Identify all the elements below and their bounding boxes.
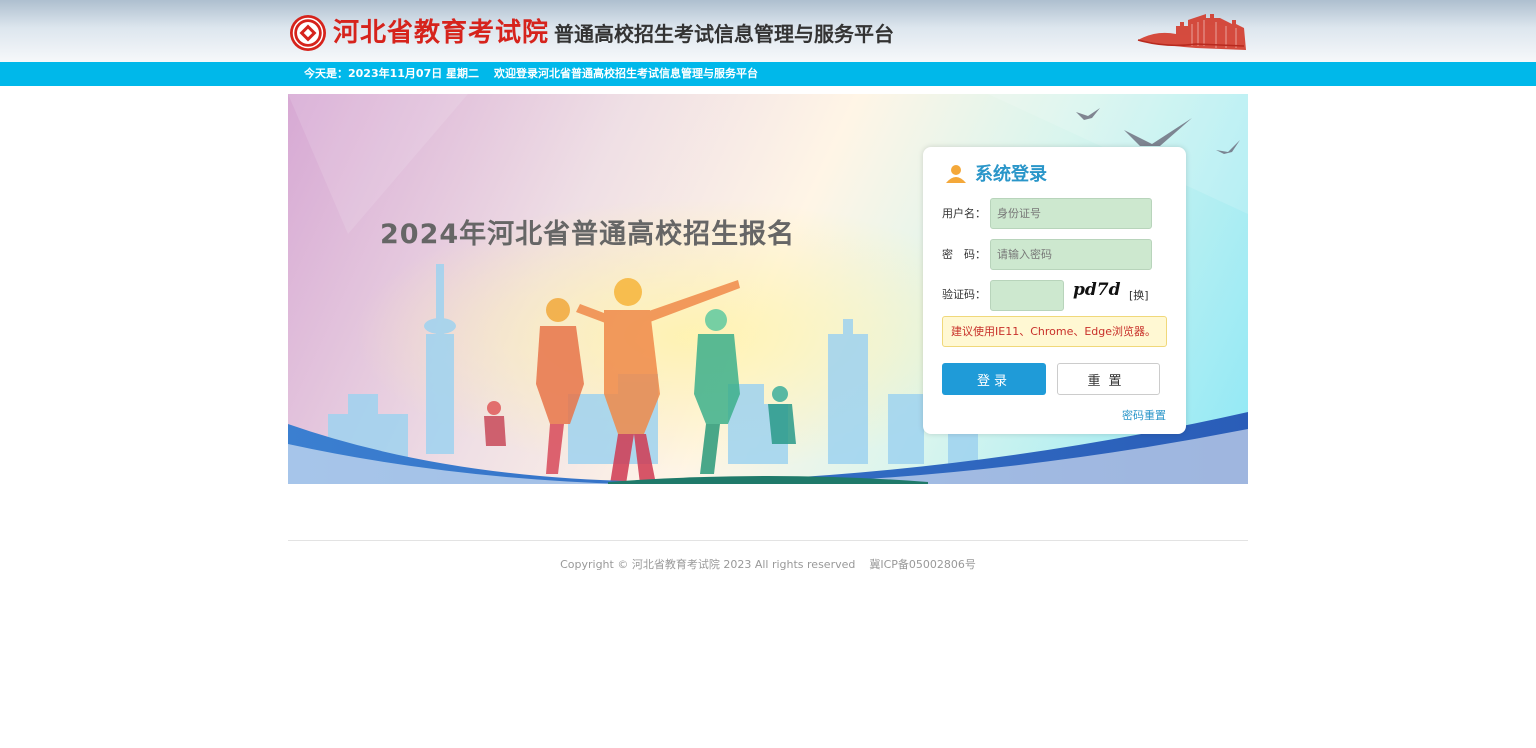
platform-name: 普通高校招生考试信息管理与服务平台 [554, 22, 894, 46]
refresh-captcha-link[interactable]: [换] [1129, 287, 1149, 303]
password-label: 密 码： [942, 248, 986, 261]
reset-button[interactable]: 重置 [1057, 363, 1160, 395]
copyright-text: Copyright © 河北省教育考试院 2023 All rights res… [560, 558, 856, 571]
org-name: 河北省教育考试院 [333, 18, 550, 48]
login-button[interactable]: 登录 [942, 363, 1046, 395]
footer-divider [288, 540, 1248, 541]
captcha-image[interactable]: pd7d [1073, 280, 1121, 302]
banner-title: 2024年河北省普通高校招生报名 [380, 219, 796, 250]
password-input[interactable] [990, 239, 1152, 270]
welcome-message: 欢迎登录河北省普通高校招生考试信息管理与服务平台 [494, 67, 758, 80]
captcha-label: 验证码： [942, 288, 986, 301]
username-label: 用户名： [942, 207, 986, 220]
captcha-text: pd7d [1073, 280, 1121, 300]
info-bar: 今天是：2023年11月07日 星期二 欢迎登录河北省普通高校招生考试信息管理与… [0, 62, 1536, 86]
icp-number: 冀ICP备05002806号 [869, 558, 976, 571]
page-header: 河北省教育考试院 普通高校招生考试信息管理与服务平台 [0, 0, 1536, 62]
user-icon [946, 165, 966, 183]
great-wall-icon [1137, 14, 1246, 50]
login-panel: 系统登录 用户名： 密 码： 验证码： pd7d [换] 建议使用IE11、Ch… [923, 147, 1186, 434]
exam-authority-seal-icon [290, 15, 326, 51]
current-date: 今天是：2023年11月07日 星期二 [304, 67, 480, 80]
password-reset-link[interactable]: 密码重置 [1122, 407, 1166, 423]
username-input[interactable] [990, 198, 1152, 229]
captcha-input[interactable] [990, 280, 1064, 311]
login-title: 系统登录 [975, 164, 1047, 185]
page-footer: Copyright © 河北省教育考试院 2023 All rights res… [288, 556, 1248, 572]
browser-notice: 建议使用IE11、Chrome、Edge浏览器。 [942, 316, 1167, 347]
